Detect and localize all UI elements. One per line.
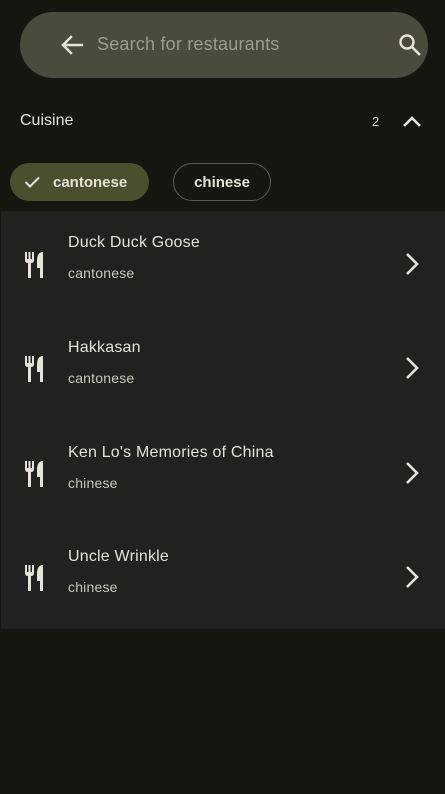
restaurant-name: Duck Duck Goose — [68, 234, 200, 251]
fork-knife-icon — [25, 565, 43, 591]
fork-knife-icon — [25, 461, 43, 487]
fork-knife-icon — [25, 252, 43, 278]
restaurant-cuisine: chinese — [68, 579, 118, 595]
restaurant-cuisine: cantonese — [68, 265, 135, 281]
chevron-right-icon[interactable] — [405, 252, 419, 276]
search-input[interactable]: Search for restaurants — [97, 34, 279, 55]
cuisine-filter-header[interactable]: Cuisine 2 — [20, 112, 425, 132]
chevron-right-icon[interactable] — [405, 356, 419, 380]
restaurant-cuisine: cantonese — [68, 370, 135, 386]
list-item[interactable]: Ken Lo's Memories of China chinese — [1, 420, 445, 524]
fork-knife-icon — [25, 356, 43, 382]
chip-label: cantonese — [53, 173, 128, 191]
restaurant-name: Uncle Wrinkle — [68, 548, 169, 565]
restaurant-name: Hakkasan — [68, 339, 141, 356]
restaurant-list: Duck Duck Goose cantonese Hakkasan canto… — [1, 211, 445, 629]
search-bar[interactable]: Search for restaurants — [20, 12, 428, 78]
restaurant-cuisine: chinese — [68, 475, 118, 491]
filter-title: Cuisine — [20, 112, 74, 129]
filter-count: 2 — [372, 114, 380, 129]
restaurant-name: Ken Lo's Memories of China — [68, 444, 274, 461]
arrow-left-icon[interactable] — [60, 35, 84, 55]
list-item[interactable]: Uncle Wrinkle chinese — [1, 524, 445, 628]
check-icon — [24, 176, 40, 188]
list-item[interactable]: Hakkasan cantonese — [1, 315, 445, 419]
chevron-up-icon[interactable] — [403, 114, 421, 128]
chevron-right-icon[interactable] — [405, 461, 419, 485]
search-icon[interactable] — [398, 33, 422, 57]
chip-chinese[interactable]: chinese — [173, 163, 271, 201]
chevron-right-icon[interactable] — [405, 565, 419, 589]
list-item[interactable]: Duck Duck Goose cantonese — [1, 211, 445, 315]
chip-label: chinese — [194, 173, 250, 191]
restaurant-search-screen: Search for restaurants Cuisine 2 cantone… — [0, 0, 445, 794]
chip-cantonese[interactable]: cantonese — [10, 163, 149, 201]
